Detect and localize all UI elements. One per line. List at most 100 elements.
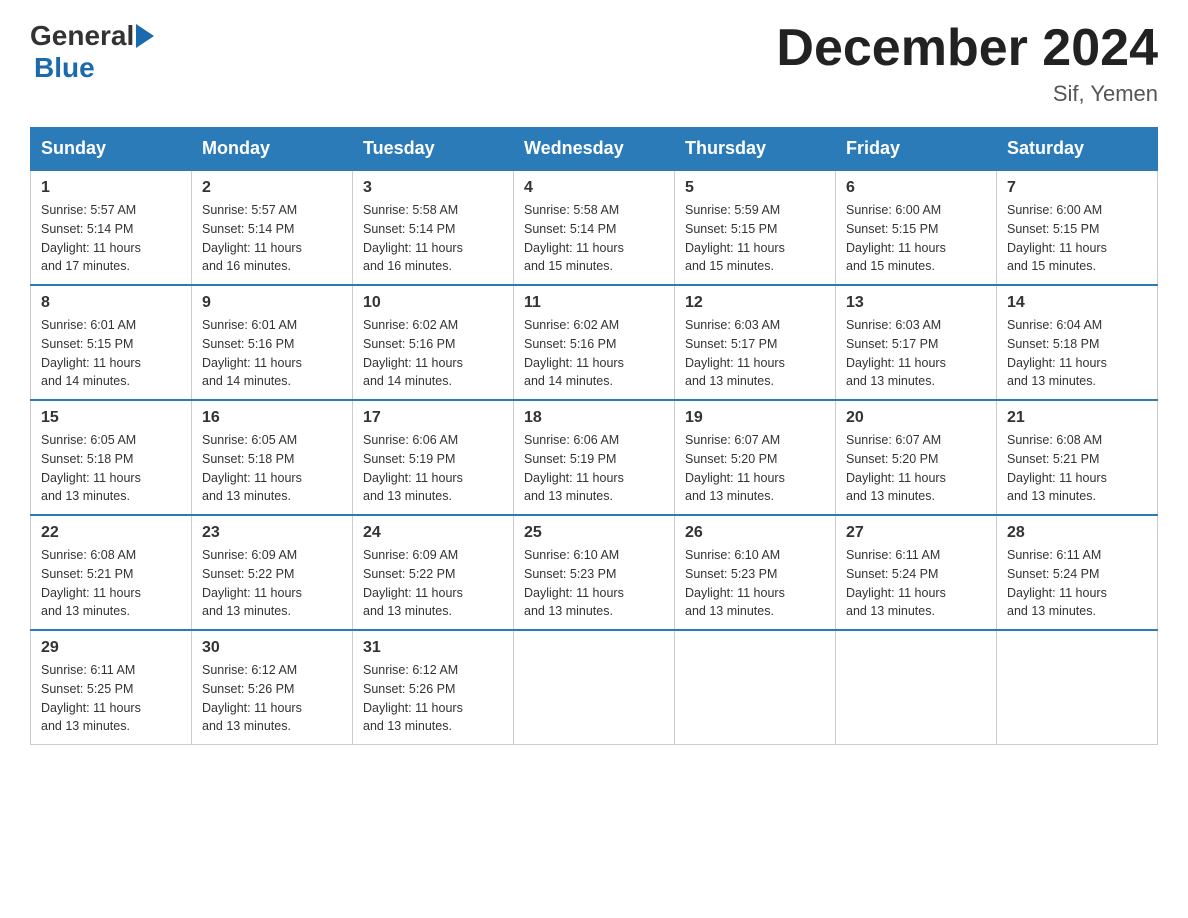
day-number: 27 bbox=[846, 524, 986, 542]
day-info: Sunrise: 6:11 AM Sunset: 5:24 PM Dayligh… bbox=[1007, 546, 1147, 621]
calendar-cell: 11 Sunrise: 6:02 AM Sunset: 5:16 PM Dayl… bbox=[514, 285, 675, 400]
calendar-cell: 30 Sunrise: 6:12 AM Sunset: 5:26 PM Dayl… bbox=[192, 630, 353, 745]
day-info: Sunrise: 6:07 AM Sunset: 5:20 PM Dayligh… bbox=[685, 431, 825, 506]
day-number: 25 bbox=[524, 524, 664, 542]
day-info: Sunrise: 6:08 AM Sunset: 5:21 PM Dayligh… bbox=[1007, 431, 1147, 506]
day-number: 30 bbox=[202, 639, 342, 657]
col-thursday: Thursday bbox=[675, 128, 836, 171]
calendar-cell bbox=[997, 630, 1158, 745]
logo-general-text: General bbox=[30, 20, 134, 52]
day-number: 4 bbox=[524, 179, 664, 197]
calendar-cell: 24 Sunrise: 6:09 AM Sunset: 5:22 PM Dayl… bbox=[353, 515, 514, 630]
calendar-cell: 9 Sunrise: 6:01 AM Sunset: 5:16 PM Dayli… bbox=[192, 285, 353, 400]
day-number: 18 bbox=[524, 409, 664, 427]
week-row-4: 22 Sunrise: 6:08 AM Sunset: 5:21 PM Dayl… bbox=[31, 515, 1158, 630]
day-info: Sunrise: 6:06 AM Sunset: 5:19 PM Dayligh… bbox=[363, 431, 503, 506]
day-number: 2 bbox=[202, 179, 342, 197]
day-number: 31 bbox=[363, 639, 503, 657]
calendar-cell: 27 Sunrise: 6:11 AM Sunset: 5:24 PM Dayl… bbox=[836, 515, 997, 630]
calendar-cell: 29 Sunrise: 6:11 AM Sunset: 5:25 PM Dayl… bbox=[31, 630, 192, 745]
day-info: Sunrise: 6:10 AM Sunset: 5:23 PM Dayligh… bbox=[685, 546, 825, 621]
day-info: Sunrise: 6:05 AM Sunset: 5:18 PM Dayligh… bbox=[202, 431, 342, 506]
calendar-cell: 6 Sunrise: 6:00 AM Sunset: 5:15 PM Dayli… bbox=[836, 170, 997, 285]
calendar-cell: 4 Sunrise: 5:58 AM Sunset: 5:14 PM Dayli… bbox=[514, 170, 675, 285]
week-row-2: 8 Sunrise: 6:01 AM Sunset: 5:15 PM Dayli… bbox=[31, 285, 1158, 400]
day-info: Sunrise: 6:03 AM Sunset: 5:17 PM Dayligh… bbox=[846, 316, 986, 391]
calendar-cell: 7 Sunrise: 6:00 AM Sunset: 5:15 PM Dayli… bbox=[997, 170, 1158, 285]
calendar-title: December 2024 bbox=[776, 20, 1158, 77]
calendar-cell: 13 Sunrise: 6:03 AM Sunset: 5:17 PM Dayl… bbox=[836, 285, 997, 400]
day-info: Sunrise: 6:00 AM Sunset: 5:15 PM Dayligh… bbox=[1007, 201, 1147, 276]
day-number: 26 bbox=[685, 524, 825, 542]
day-number: 16 bbox=[202, 409, 342, 427]
day-number: 13 bbox=[846, 294, 986, 312]
col-tuesday: Tuesday bbox=[353, 128, 514, 171]
day-info: Sunrise: 6:08 AM Sunset: 5:21 PM Dayligh… bbox=[41, 546, 181, 621]
day-number: 6 bbox=[846, 179, 986, 197]
calendar-cell: 17 Sunrise: 6:06 AM Sunset: 5:19 PM Dayl… bbox=[353, 400, 514, 515]
calendar-cell: 2 Sunrise: 5:57 AM Sunset: 5:14 PM Dayli… bbox=[192, 170, 353, 285]
day-info: Sunrise: 6:05 AM Sunset: 5:18 PM Dayligh… bbox=[41, 431, 181, 506]
day-info: Sunrise: 6:10 AM Sunset: 5:23 PM Dayligh… bbox=[524, 546, 664, 621]
calendar-cell: 21 Sunrise: 6:08 AM Sunset: 5:21 PM Dayl… bbox=[997, 400, 1158, 515]
title-section: December 2024 Sif, Yemen bbox=[776, 20, 1158, 107]
page-header: General Blue December 2024 Sif, Yemen bbox=[30, 20, 1158, 107]
logo-blue-text: Blue bbox=[34, 52, 95, 84]
day-number: 22 bbox=[41, 524, 181, 542]
day-info: Sunrise: 6:12 AM Sunset: 5:26 PM Dayligh… bbox=[202, 661, 342, 736]
day-info: Sunrise: 6:06 AM Sunset: 5:19 PM Dayligh… bbox=[524, 431, 664, 506]
col-monday: Monday bbox=[192, 128, 353, 171]
calendar-cell: 5 Sunrise: 5:59 AM Sunset: 5:15 PM Dayli… bbox=[675, 170, 836, 285]
day-number: 12 bbox=[685, 294, 825, 312]
calendar-cell: 14 Sunrise: 6:04 AM Sunset: 5:18 PM Dayl… bbox=[997, 285, 1158, 400]
calendar-cell: 22 Sunrise: 6:08 AM Sunset: 5:21 PM Dayl… bbox=[31, 515, 192, 630]
day-number: 14 bbox=[1007, 294, 1147, 312]
day-info: Sunrise: 6:09 AM Sunset: 5:22 PM Dayligh… bbox=[202, 546, 342, 621]
day-info: Sunrise: 6:02 AM Sunset: 5:16 PM Dayligh… bbox=[524, 316, 664, 391]
day-info: Sunrise: 6:03 AM Sunset: 5:17 PM Dayligh… bbox=[685, 316, 825, 391]
calendar-cell: 20 Sunrise: 6:07 AM Sunset: 5:20 PM Dayl… bbox=[836, 400, 997, 515]
day-info: Sunrise: 5:58 AM Sunset: 5:14 PM Dayligh… bbox=[524, 201, 664, 276]
col-wednesday: Wednesday bbox=[514, 128, 675, 171]
day-number: 1 bbox=[41, 179, 181, 197]
day-info: Sunrise: 6:02 AM Sunset: 5:16 PM Dayligh… bbox=[363, 316, 503, 391]
calendar-cell: 19 Sunrise: 6:07 AM Sunset: 5:20 PM Dayl… bbox=[675, 400, 836, 515]
calendar-cell: 16 Sunrise: 6:05 AM Sunset: 5:18 PM Dayl… bbox=[192, 400, 353, 515]
calendar-cell: 31 Sunrise: 6:12 AM Sunset: 5:26 PM Dayl… bbox=[353, 630, 514, 745]
day-info: Sunrise: 6:07 AM Sunset: 5:20 PM Dayligh… bbox=[846, 431, 986, 506]
calendar-cell: 25 Sunrise: 6:10 AM Sunset: 5:23 PM Dayl… bbox=[514, 515, 675, 630]
col-saturday: Saturday bbox=[997, 128, 1158, 171]
week-row-5: 29 Sunrise: 6:11 AM Sunset: 5:25 PM Dayl… bbox=[31, 630, 1158, 745]
calendar-cell: 8 Sunrise: 6:01 AM Sunset: 5:15 PM Dayli… bbox=[31, 285, 192, 400]
calendar-cell bbox=[675, 630, 836, 745]
calendar-cell: 15 Sunrise: 6:05 AM Sunset: 5:18 PM Dayl… bbox=[31, 400, 192, 515]
logo: General Blue bbox=[30, 20, 154, 84]
day-number: 3 bbox=[363, 179, 503, 197]
day-number: 7 bbox=[1007, 179, 1147, 197]
calendar-cell: 1 Sunrise: 5:57 AM Sunset: 5:14 PM Dayli… bbox=[31, 170, 192, 285]
day-info: Sunrise: 6:04 AM Sunset: 5:18 PM Dayligh… bbox=[1007, 316, 1147, 391]
calendar-cell: 12 Sunrise: 6:03 AM Sunset: 5:17 PM Dayl… bbox=[675, 285, 836, 400]
calendar-table: Sunday Monday Tuesday Wednesday Thursday… bbox=[30, 127, 1158, 745]
day-info: Sunrise: 6:01 AM Sunset: 5:16 PM Dayligh… bbox=[202, 316, 342, 391]
day-number: 15 bbox=[41, 409, 181, 427]
day-info: Sunrise: 5:57 AM Sunset: 5:14 PM Dayligh… bbox=[202, 201, 342, 276]
day-number: 10 bbox=[363, 294, 503, 312]
day-info: Sunrise: 6:12 AM Sunset: 5:26 PM Dayligh… bbox=[363, 661, 503, 736]
day-number: 29 bbox=[41, 639, 181, 657]
day-info: Sunrise: 5:59 AM Sunset: 5:15 PM Dayligh… bbox=[685, 201, 825, 276]
day-number: 19 bbox=[685, 409, 825, 427]
day-info: Sunrise: 6:11 AM Sunset: 5:24 PM Dayligh… bbox=[846, 546, 986, 621]
calendar-cell: 28 Sunrise: 6:11 AM Sunset: 5:24 PM Dayl… bbox=[997, 515, 1158, 630]
calendar-cell bbox=[836, 630, 997, 745]
col-sunday: Sunday bbox=[31, 128, 192, 171]
calendar-cell: 3 Sunrise: 5:58 AM Sunset: 5:14 PM Dayli… bbox=[353, 170, 514, 285]
day-info: Sunrise: 6:01 AM Sunset: 5:15 PM Dayligh… bbox=[41, 316, 181, 391]
day-number: 21 bbox=[1007, 409, 1147, 427]
day-number: 5 bbox=[685, 179, 825, 197]
calendar-cell: 26 Sunrise: 6:10 AM Sunset: 5:23 PM Dayl… bbox=[675, 515, 836, 630]
logo-triangle-icon bbox=[136, 24, 154, 48]
day-info: Sunrise: 6:00 AM Sunset: 5:15 PM Dayligh… bbox=[846, 201, 986, 276]
calendar-cell bbox=[514, 630, 675, 745]
day-info: Sunrise: 5:58 AM Sunset: 5:14 PM Dayligh… bbox=[363, 201, 503, 276]
